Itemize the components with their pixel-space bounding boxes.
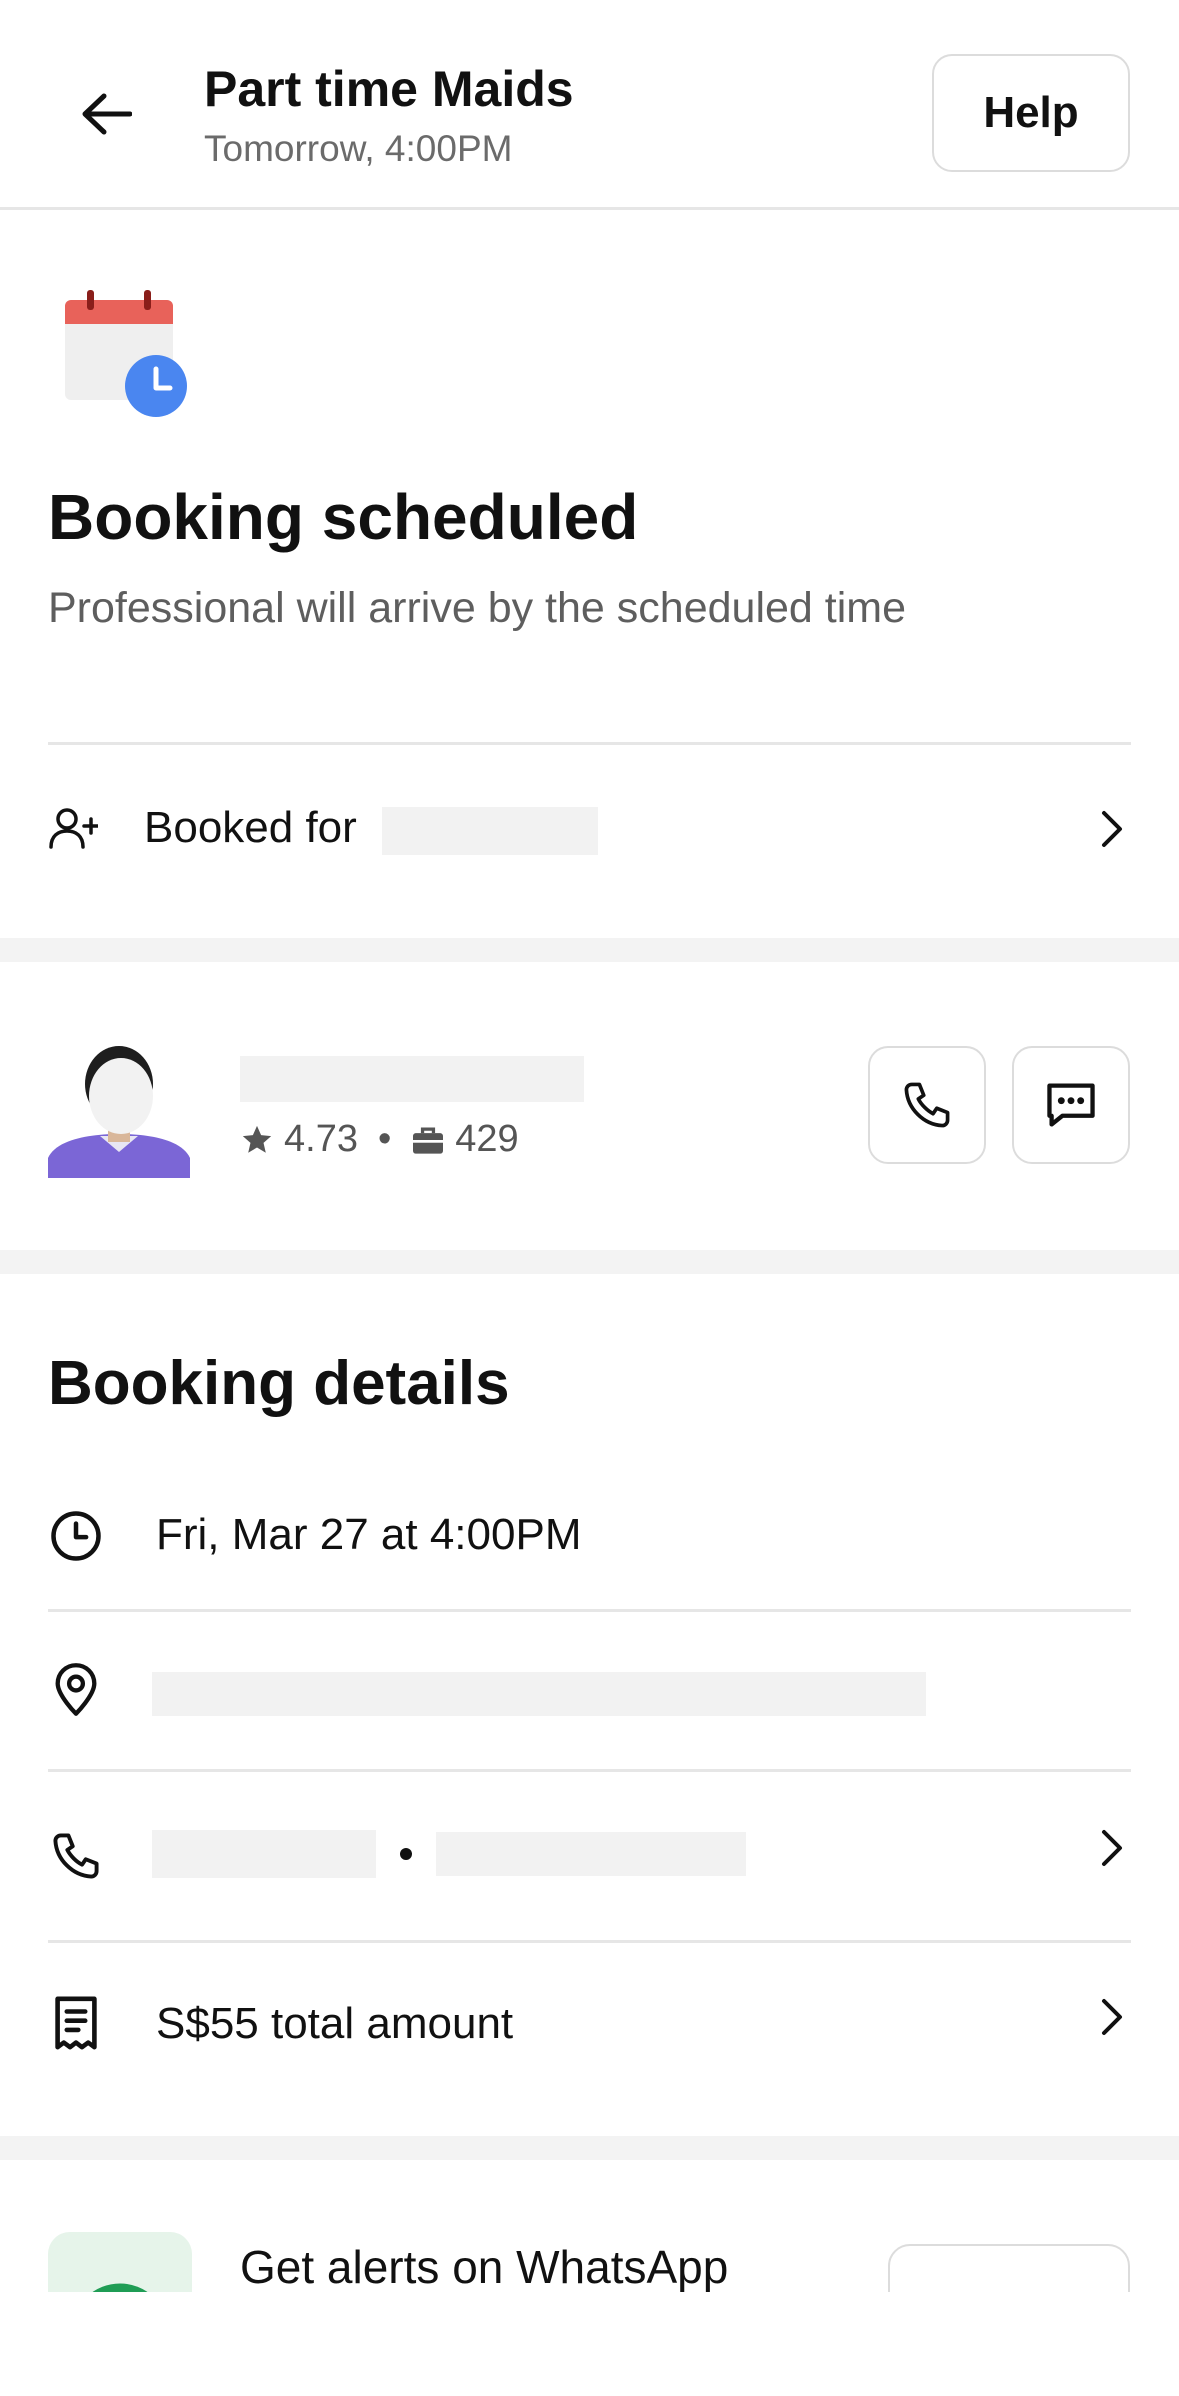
booking-amount-row[interactable]: S$55 total amount [0,1943,1179,2113]
redacted-contact-name [152,1830,376,1878]
redacted-name [382,807,598,855]
arrow-left-icon [82,93,132,135]
chevron-right-icon [1102,1830,1122,1866]
whatsapp-alert-text: Get alerts on WhatsApp [240,2241,729,2293]
professional-stats: 4.73 • 429 [240,1118,519,1161]
avatar [48,1040,190,1178]
section-separator [0,2136,1179,2160]
back-button[interactable] [70,78,142,150]
chevron-right-icon [1102,1999,1122,2035]
booked-for-label: Booked for [144,803,357,852]
location-pin-icon [48,1662,104,1718]
rating-value: 4.73 [284,1118,358,1160]
section-separator [0,1250,1179,1274]
booking-contact-row[interactable] [0,1772,1179,1942]
booking-address-row [0,1612,1179,1770]
help-button[interactable]: Help [932,54,1130,172]
phone-icon [48,1828,104,1884]
status-description: Professional will arrive by the schedule… [48,584,907,632]
total-amount: S$55 total amount [156,1999,514,2048]
page-title: Part time Maids [204,61,574,117]
add-user-icon [49,808,98,849]
receipt-icon [48,1995,104,2051]
redacted-professional-name [240,1056,584,1102]
separator-dot: • [377,1118,392,1160]
section-separator [0,938,1179,962]
chat-professional-button[interactable] [1012,1046,1130,1164]
booked-for-row[interactable]: Booked for [0,745,1179,915]
bottom-blank-area [0,2292,1179,2396]
briefcase-icon [413,1126,444,1154]
phone-icon [904,1082,950,1128]
booking-details-title: Booking details [48,1349,510,1418]
clock-icon [48,1508,104,1564]
chevron-right-icon [1102,811,1122,847]
calendar-clock-icon [65,290,187,417]
separator-dot [400,1848,412,1860]
jobs-count: 429 [455,1118,519,1160]
professional-photo [48,1040,190,1178]
top-app-bar: Part time Maids Tomorrow, 4:00PM Help [0,0,1179,210]
page-subtitle: Tomorrow, 4:00PM [204,128,513,169]
call-professional-button[interactable] [868,1046,986,1164]
booking-datetime-row: Fri, Mar 27 at 4:00PM [0,1500,1179,1610]
booking-datetime: Fri, Mar 27 at 4:00PM [156,1510,582,1559]
status-title: Booking scheduled [48,481,639,553]
redacted-contact-phone [436,1832,746,1876]
redacted-address [152,1672,926,1716]
star-icon [242,1125,272,1153]
chat-icon [1047,1083,1095,1127]
